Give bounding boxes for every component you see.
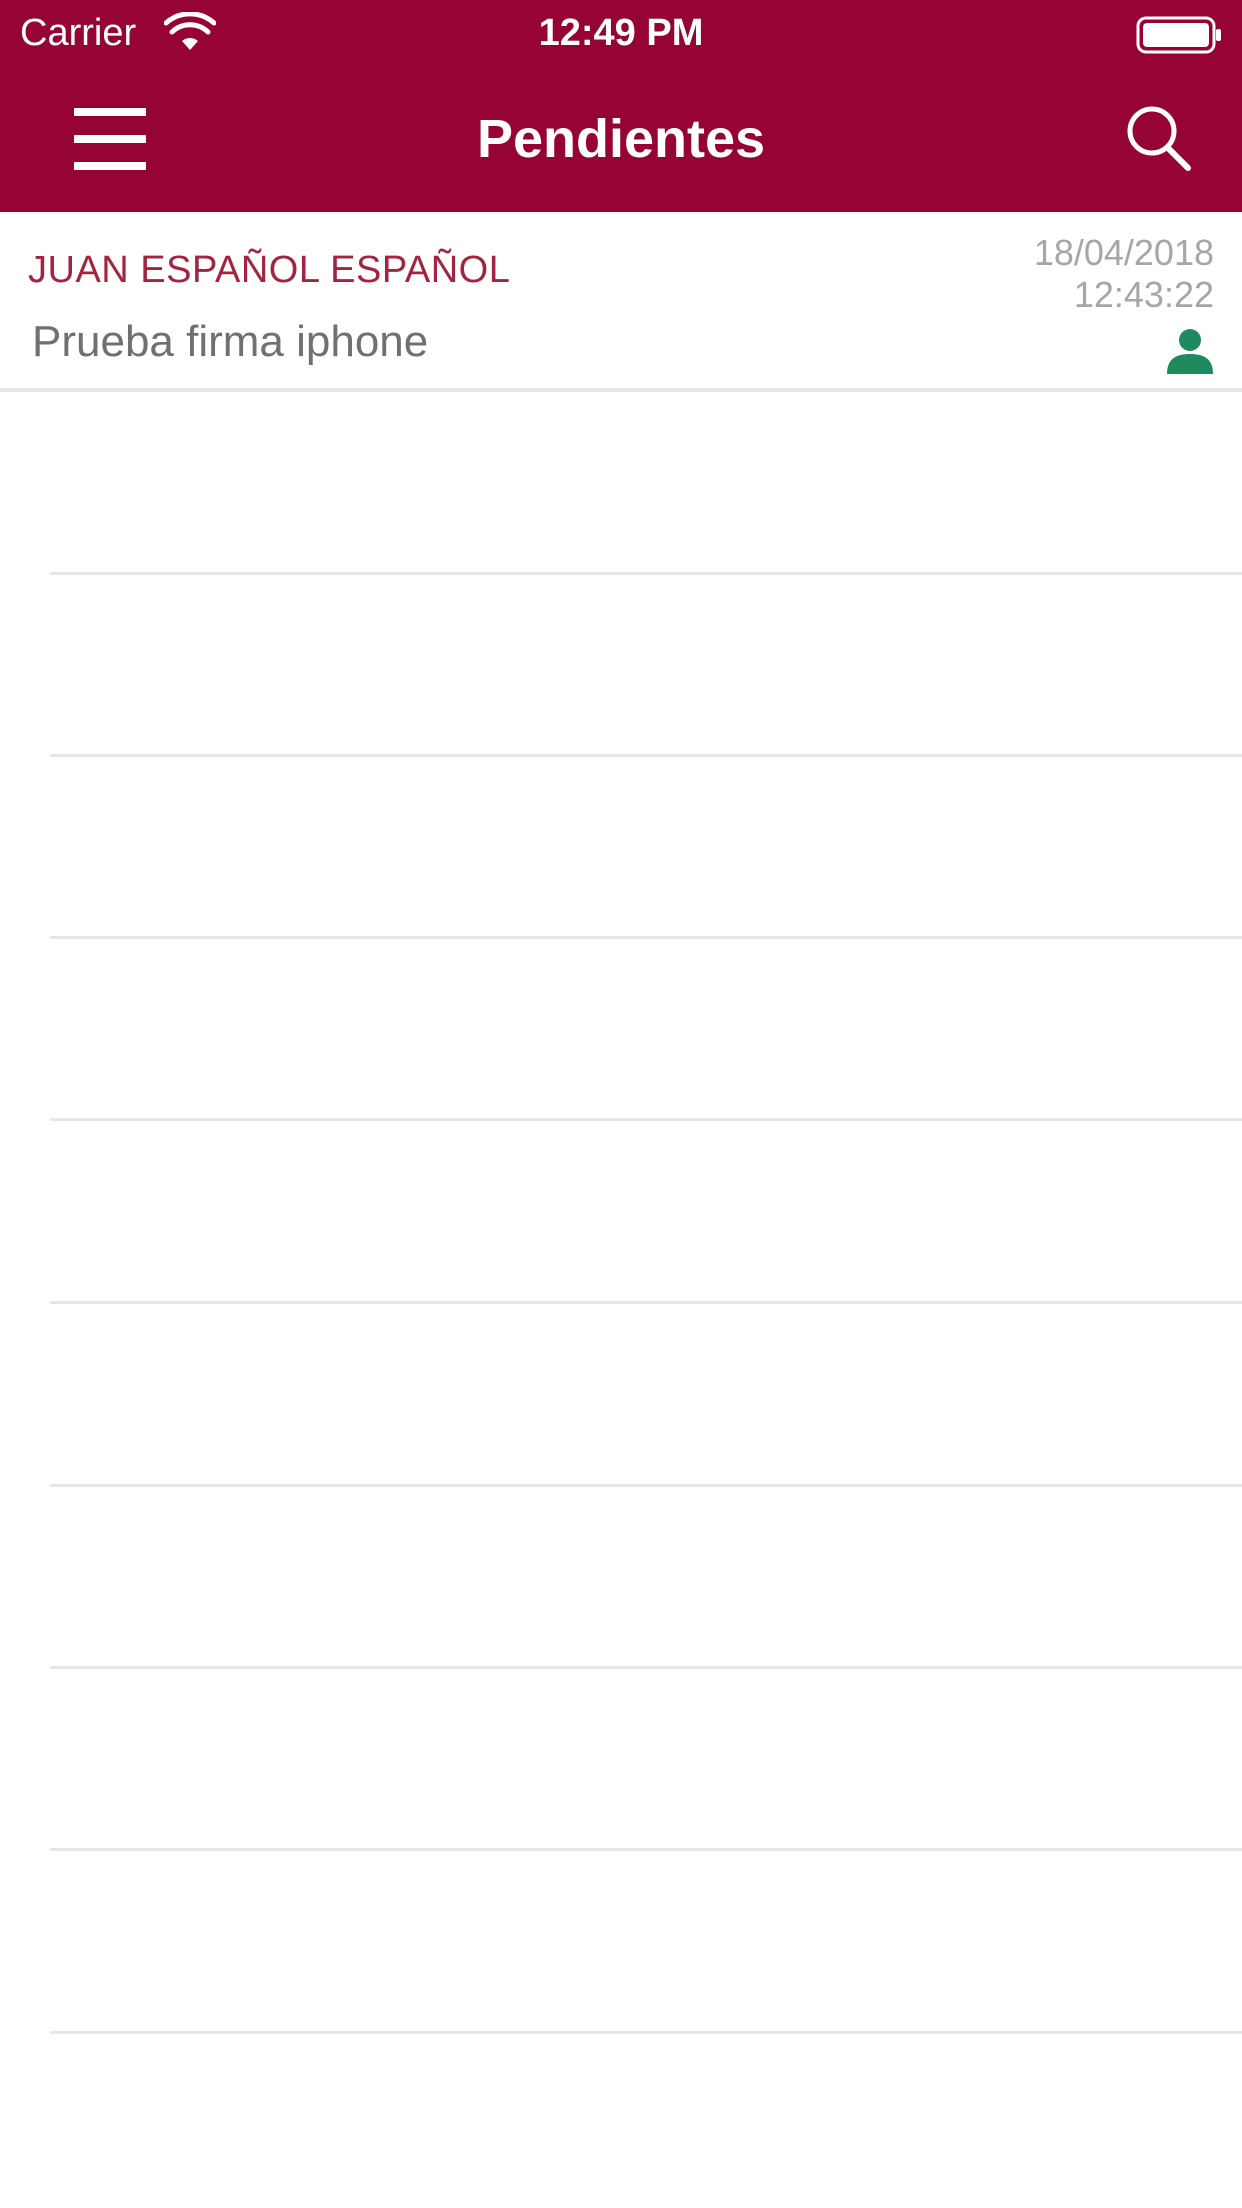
sender-name: JUAN ESPAÑOL ESPAÑOL: [28, 249, 511, 291]
row-separator: [50, 1118, 1242, 1121]
row-separator: [50, 936, 1242, 939]
document-subject: Prueba firma iphone: [32, 317, 429, 366]
status-time: 12:49 PM: [538, 12, 704, 54]
status-bar: Carrier 12:49 PM: [0, 0, 1242, 66]
page-title: Pendientes: [476, 109, 766, 169]
item-time: 12:43:22: [1073, 274, 1214, 315]
navigation-bar: Pendientes: [0, 66, 1242, 212]
search-button[interactable]: [1118, 98, 1200, 180]
battery-full-icon: [1136, 16, 1221, 54]
row-separator: [50, 1666, 1242, 1669]
row-separator: [50, 1301, 1242, 1304]
search-icon: [1127, 106, 1191, 171]
row-separator: [50, 1848, 1242, 1851]
pending-list[interactable]: JUAN ESPAÑOL ESPAÑOL Prueba firma iphone…: [0, 212, 1242, 2208]
item-date: 18/04/2018: [1033, 232, 1214, 273]
user-icon: [1167, 329, 1213, 374]
row-separator: [50, 572, 1242, 575]
top-bar: Carrier 12:49 PM Pendientes: [0, 0, 1242, 212]
row-separator: [50, 2031, 1242, 2034]
row-separator: [50, 754, 1242, 757]
list-item[interactable]: JUAN ESPAÑOL ESPAÑOL Prueba firma iphone…: [0, 212, 1242, 392]
row-separator: [50, 1484, 1242, 1487]
